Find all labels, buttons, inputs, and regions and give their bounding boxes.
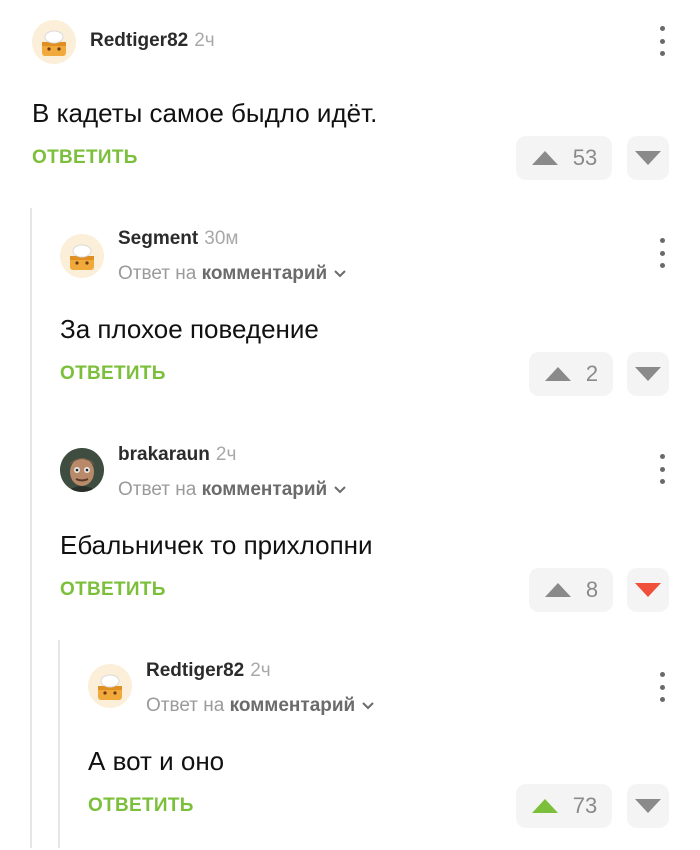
chevron-down-icon: [334, 270, 346, 278]
vote-count: 53: [572, 145, 598, 170]
username[interactable]: Redtiger82 2ч: [146, 660, 271, 682]
arrow-up-icon: [544, 583, 571, 597]
reply-to-link[interactable]: Ответ на комментарий: [118, 479, 347, 501]
arrow-up-icon: [531, 151, 558, 165]
more-options-icon[interactable]: [652, 454, 672, 484]
vote-count: 73: [572, 793, 598, 818]
upvote-button[interactable]: 73: [516, 784, 612, 828]
upvote-button[interactable]: 8: [529, 568, 613, 612]
arrow-up-active-icon: [531, 799, 558, 813]
comment-time: 30м: [204, 228, 239, 249]
comment: brakaraun 2ч Ответ на комментарий Ебальни…: [0, 436, 700, 636]
upvote-button[interactable]: 2: [529, 352, 613, 396]
arrow-down-active-icon: [635, 583, 661, 597]
downvote-button[interactable]: [627, 784, 669, 828]
comment-text: За плохое поведение: [60, 314, 319, 344]
reply-to-link[interactable]: Ответ на комментарий: [118, 263, 347, 285]
comment-time: 2ч: [194, 30, 215, 51]
arrow-up-icon: [544, 367, 571, 381]
reply-to-link[interactable]: Ответ на комментарий: [146, 695, 375, 717]
username[interactable]: brakaraun 2ч: [118, 444, 236, 466]
comment-text: В кадеты самое быдло идёт.: [32, 98, 378, 128]
avatar-portrait-icon[interactable]: [60, 448, 104, 492]
comment-time: 2ч: [215, 444, 237, 465]
arrow-down-icon: [635, 367, 661, 381]
reply-button[interactable]: ОТВЕТИТЬ: [60, 363, 166, 385]
reply-button[interactable]: ОТВЕТИТЬ: [88, 795, 194, 817]
vote-count: 8: [585, 577, 599, 602]
avatar-chef-icon[interactable]: [88, 664, 132, 708]
downvote-button[interactable]: [627, 568, 669, 612]
arrow-down-icon: [635, 151, 661, 165]
avatar-chef-icon[interactable]: [60, 234, 104, 278]
reply-button[interactable]: ОТВЕТИТЬ: [32, 147, 138, 169]
downvote-button[interactable]: [627, 136, 669, 180]
avatar-chef-icon[interactable]: [32, 20, 76, 64]
comment: Redtiger82 2ч В кадеты самое быдло идёт. …: [0, 0, 700, 200]
more-options-icon[interactable]: [652, 238, 672, 268]
upvote-button[interactable]: 53: [516, 136, 612, 180]
comment: Segment 30м Ответ на комментарий За плохо…: [0, 220, 700, 420]
vote-count: 2: [585, 361, 599, 386]
more-options-icon[interactable]: [652, 26, 672, 56]
username[interactable]: Segment 30м: [118, 228, 238, 250]
comment: Redtiger82 2ч Ответ на комментарий А вот …: [0, 652, 700, 850]
username[interactable]: Redtiger82 2ч: [90, 30, 215, 52]
comment-text: А вот и оно: [88, 746, 225, 776]
comment-text: Ебальничек то прихлопни: [60, 530, 373, 560]
comment-time: 2ч: [250, 660, 271, 681]
downvote-button[interactable]: [627, 352, 669, 396]
chevron-down-icon: [334, 486, 346, 494]
arrow-down-icon: [635, 799, 661, 813]
reply-button[interactable]: ОТВЕТИТЬ: [60, 579, 166, 601]
chevron-down-icon: [362, 702, 374, 710]
more-options-icon[interactable]: [652, 672, 672, 702]
